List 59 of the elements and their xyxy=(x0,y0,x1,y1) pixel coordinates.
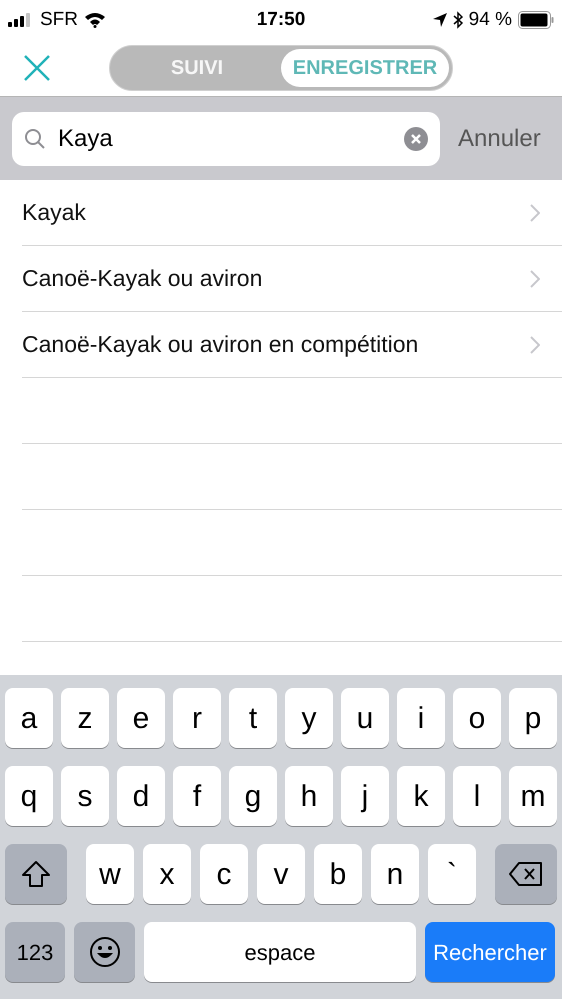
carrier-name: SFR xyxy=(40,8,78,32)
clock: 17:50 xyxy=(256,8,306,32)
key[interactable]: m xyxy=(509,766,557,826)
battery-percentage: 94 % xyxy=(468,8,512,32)
result-label: Kayak xyxy=(22,198,87,228)
key[interactable]: t xyxy=(229,688,277,748)
key[interactable]: k xyxy=(397,766,445,826)
result-label: Canoë-Kayak ou aviron xyxy=(22,264,264,294)
shift-key[interactable] xyxy=(5,844,67,904)
backspace-icon xyxy=(508,861,544,887)
location-arrow-icon xyxy=(432,13,447,27)
search-key[interactable]: Rechercher xyxy=(425,922,555,982)
key[interactable]: b xyxy=(314,844,362,904)
key[interactable]: n xyxy=(371,844,419,904)
key[interactable]: z xyxy=(61,688,109,748)
close-icon xyxy=(23,54,51,82)
chevron-right-icon xyxy=(530,270,540,288)
result-label: Canoë-Kayak ou aviron en compétition xyxy=(22,330,420,360)
key[interactable]: y xyxy=(285,688,333,748)
key[interactable]: c xyxy=(200,844,248,904)
key[interactable]: ` xyxy=(428,844,476,904)
battery-icon xyxy=(518,11,554,29)
result-row[interactable]: Canoë-Kayak ou aviron xyxy=(22,246,562,312)
key[interactable]: f xyxy=(173,766,221,826)
key[interactable]: q xyxy=(5,766,53,826)
cancel-button[interactable]: Annuler xyxy=(458,120,541,156)
key[interactable]: o xyxy=(453,688,501,748)
bluetooth-icon xyxy=(452,11,463,29)
delete-key[interactable] xyxy=(495,844,557,904)
key[interactable]: e xyxy=(117,688,165,748)
close-button[interactable] xyxy=(22,53,52,83)
emoji-key[interactable] xyxy=(74,922,135,982)
search-field[interactable]: Kaya xyxy=(12,112,440,166)
wifi-icon xyxy=(84,12,106,28)
result-row[interactable]: Kayak xyxy=(22,180,562,246)
key[interactable]: x xyxy=(143,844,191,904)
key[interactable]: d xyxy=(117,766,165,826)
key[interactable]: i xyxy=(397,688,445,748)
key[interactable]: l xyxy=(453,766,501,826)
smiley-icon xyxy=(88,936,120,968)
chevron-right-icon xyxy=(530,336,540,354)
numbers-key[interactable]: 123 xyxy=(5,922,65,982)
key[interactable]: v xyxy=(257,844,305,904)
shift-icon xyxy=(21,860,51,888)
space-key[interactable]: espace xyxy=(144,922,416,982)
key[interactable]: u xyxy=(341,688,389,748)
search-icon xyxy=(24,128,46,150)
key[interactable]: s xyxy=(61,766,109,826)
search-input[interactable]: Kaya xyxy=(58,120,404,156)
key[interactable]: p xyxy=(509,688,557,748)
clear-icon[interactable] xyxy=(404,126,428,150)
key[interactable]: w xyxy=(86,844,134,904)
chevron-right-icon xyxy=(530,204,540,222)
key[interactable]: r xyxy=(173,688,221,748)
key[interactable]: g xyxy=(229,766,277,826)
key[interactable]: j xyxy=(341,766,389,826)
key[interactable]: h xyxy=(285,766,333,826)
key[interactable]: a xyxy=(5,688,53,748)
result-row[interactable]: Canoë-Kayak ou aviron en compétition xyxy=(22,312,562,378)
